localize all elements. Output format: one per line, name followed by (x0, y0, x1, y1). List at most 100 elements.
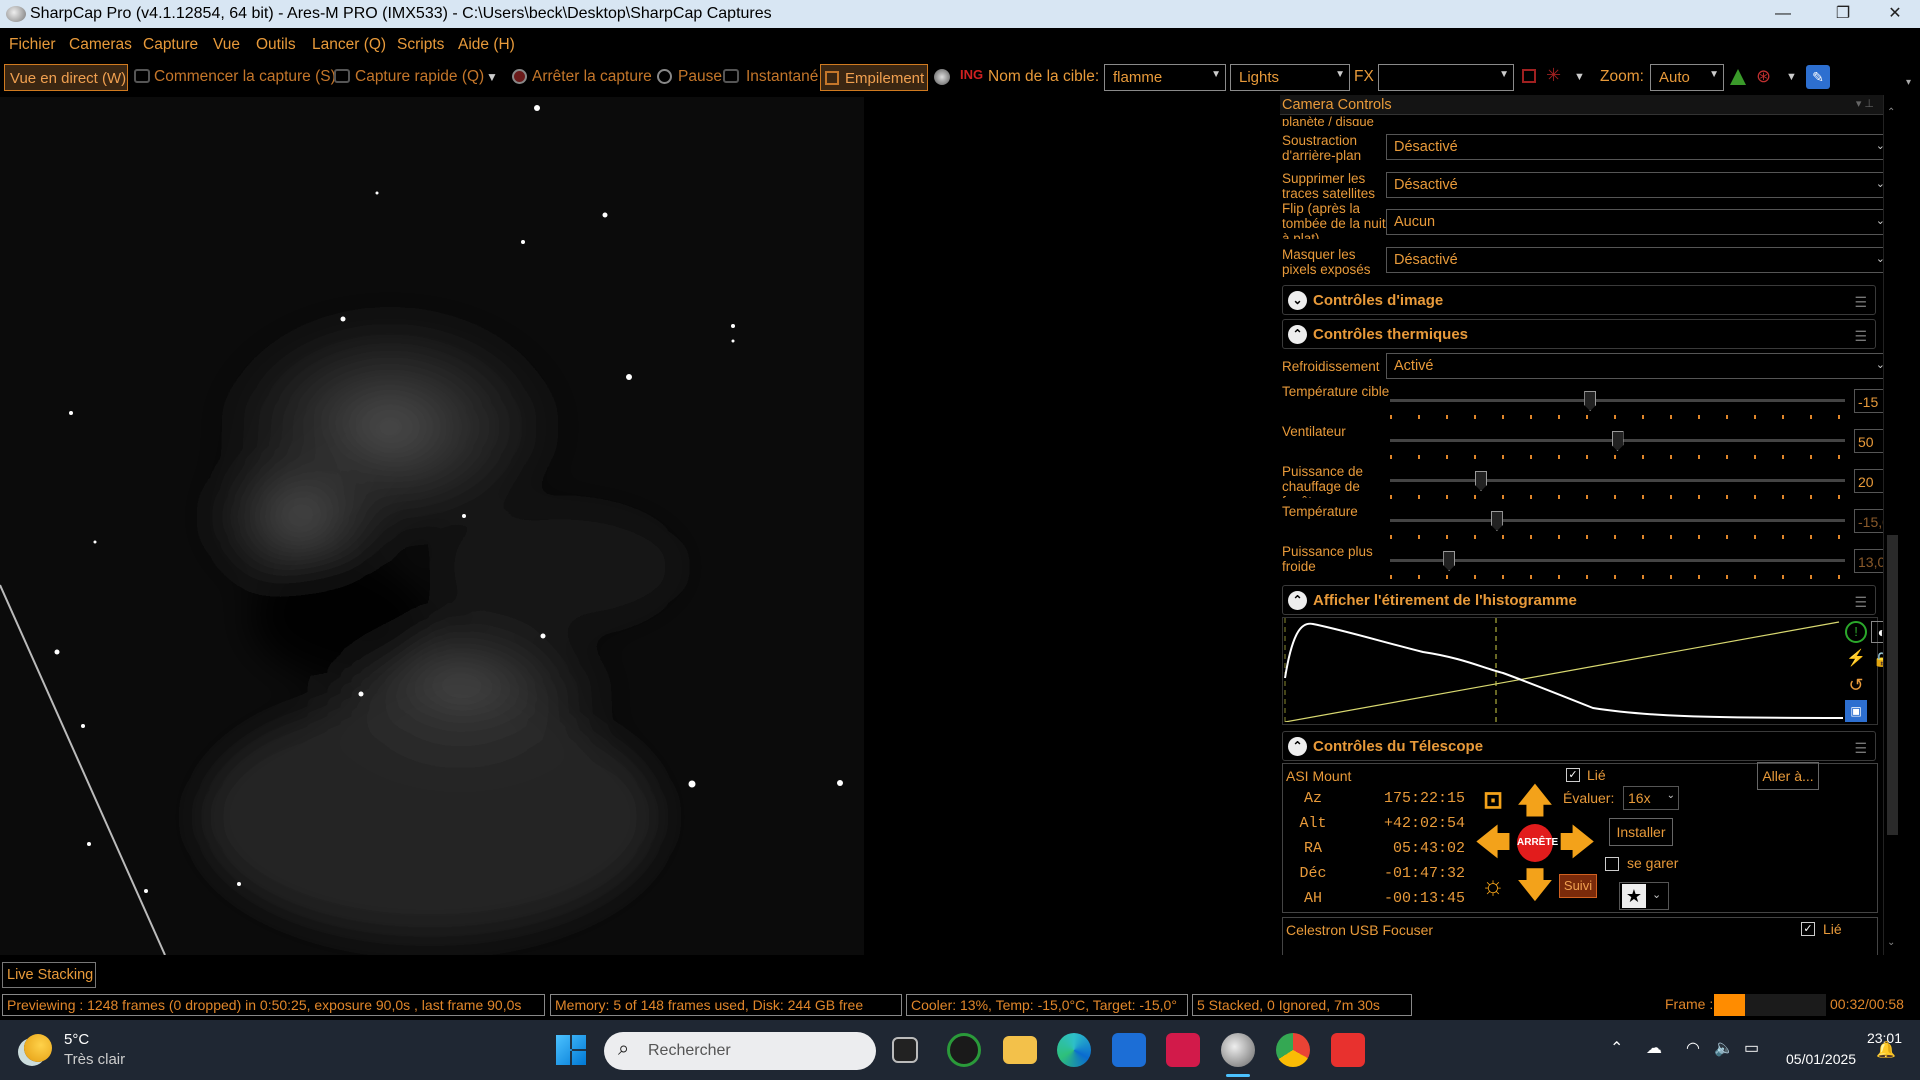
live-view-image[interactable] (0, 97, 864, 955)
annotation-icon[interactable] (1522, 69, 1536, 83)
anydesk-icon[interactable] (1331, 1033, 1365, 1067)
menu-fichier[interactable]: Fichier (9, 36, 56, 54)
install-button[interactable]: Installer (1609, 818, 1673, 846)
restore-button[interactable]: ❐ (1820, 0, 1866, 28)
edge-icon[interactable] (1057, 1033, 1091, 1067)
stop-button[interactable]: ARRÊTE (1517, 824, 1558, 862)
zoom-select[interactable]: Auto ▼ (1650, 64, 1724, 91)
park-checkbox[interactable] (1605, 857, 1619, 871)
menu-aide[interactable]: Aide (H) (458, 36, 515, 54)
star-select[interactable]: ★ ⌄ (1619, 882, 1669, 910)
focuser-linked-checkbox[interactable]: ✓ (1801, 922, 1815, 936)
histogram-icon[interactable]: ING (960, 67, 983, 82)
linked-checkbox[interactable]: ✓ (1566, 768, 1580, 782)
menu-lancer[interactable]: Lancer (Q) (312, 36, 386, 54)
slider-thumb[interactable] (1443, 551, 1456, 571)
slider-thumb[interactable] (1490, 511, 1503, 531)
cooling-select[interactable]: Activé ⌄ (1386, 353, 1894, 379)
sun-icon[interactable]: ☼ (1475, 866, 1511, 904)
scroll-down-icon[interactable]: ⌄ (1887, 937, 1895, 948)
flip-select[interactable]: Aucun ⌄ (1386, 209, 1894, 235)
chrome-icon[interactable] (1276, 1033, 1310, 1067)
slider-thumb[interactable] (1611, 431, 1624, 451)
lightning-icon[interactable]: ⚡ (1845, 648, 1867, 670)
menu-vue[interactable]: Vue (213, 36, 240, 54)
quick-capture-button[interactable]: Capture rapide (Q) (355, 68, 484, 86)
slider-track[interactable] (1390, 399, 1845, 402)
background-subtraction-select[interactable]: Désactivé ⌄ (1386, 134, 1894, 160)
taskbar-search[interactable]: ⌕ Rechercher (604, 1032, 876, 1070)
menu-outils[interactable]: Outils (256, 36, 296, 54)
fx-select[interactable]: ▼ (1378, 64, 1514, 91)
target-name-select[interactable]: flamme ▼ (1104, 64, 1226, 91)
task-view-icon[interactable] (892, 1037, 918, 1063)
thermal-controls-header[interactable]: ⌃ Contrôles thermiques ☰ (1282, 319, 1876, 349)
sharpcap-taskbar-icon[interactable] (1221, 1033, 1255, 1067)
wifi-icon[interactable]: ◠ (1686, 1038, 1700, 1058)
mask-pixels-select[interactable]: Désactivé ⌄ (1386, 247, 1894, 273)
focus-icon[interactable]: ⊛ (1756, 66, 1771, 87)
west-arrow-button[interactable]: 🡄 (1475, 824, 1511, 862)
chevron-down-icon[interactable]: ▼ (1574, 71, 1585, 83)
goto-button[interactable]: Aller à... (1757, 762, 1819, 790)
menu-scripts[interactable]: Scripts (397, 36, 444, 54)
auto-stretch-icon[interactable]: ! (1845, 621, 1867, 643)
slider-track[interactable] (1390, 479, 1845, 482)
weather-desc[interactable]: Très clair (64, 1051, 125, 1068)
histogram-header[interactable]: ⌃ Afficher l'étirement de l'histogramme … (1282, 585, 1876, 615)
chevron-down-icon[interactable]: ▼ (1786, 71, 1797, 83)
weather-moon-icon[interactable] (24, 1034, 52, 1062)
brush-icon[interactable]: ✎ (1806, 65, 1830, 89)
east-arrow-button[interactable]: 🡆 (1559, 824, 1595, 862)
reset-icon[interactable]: ↺ (1845, 674, 1867, 696)
menu-icon[interactable]: ☰ (1854, 328, 1867, 345)
clock-date[interactable]: 05/01/2025 (1786, 1051, 1856, 1067)
notification-bell-icon[interactable]: 🔔 (1876, 1040, 1896, 1060)
satellite-trails-select[interactable]: Désactivé ⌄ (1386, 172, 1894, 198)
pin-icon[interactable]: ▾ ⊥ (1856, 97, 1874, 110)
slider-thumb[interactable] (1475, 471, 1487, 491)
mountain-icon[interactable] (1730, 69, 1746, 85)
panel-scrollbar[interactable]: ⌃ ⌄ (1883, 95, 1900, 955)
snapshot-button[interactable]: Instantané (746, 68, 818, 86)
scrollbar-thumb[interactable] (1887, 535, 1898, 835)
histogram-area[interactable]: ! ◐ ⚡ 🔒 ↺ ▣ (1282, 617, 1893, 725)
menu-icon[interactable]: ☰ (1854, 294, 1867, 311)
south-arrow-button[interactable]: 🡇 (1517, 866, 1553, 904)
minimize-button[interactable]: — (1760, 0, 1806, 28)
reticle-icon[interactable] (934, 69, 950, 85)
image-controls-header[interactable]: ⌄ Contrôles d'image ☰ (1282, 285, 1876, 315)
menu-cameras[interactable]: Cameras (69, 36, 132, 54)
chevron-up-icon[interactable]: ⌃ (1610, 1038, 1623, 1058)
frame-type-select[interactable]: Lights ▼ (1230, 64, 1350, 91)
slider-track[interactable] (1390, 519, 1845, 522)
slider-thumb[interactable] (1584, 391, 1597, 411)
sync-icon[interactable]: ⊡ (1475, 782, 1511, 820)
telescope-controls-header[interactable]: ⌃ Contrôles du Télescope ☰ (1282, 731, 1876, 761)
onedrive-icon[interactable]: ☁ (1646, 1038, 1662, 1058)
photo-app-icon[interactable] (1166, 1033, 1200, 1067)
chevron-down-icon[interactable]: ▾ (1906, 77, 1911, 88)
store-icon[interactable] (1112, 1033, 1146, 1067)
camera-app-icon[interactable] (947, 1033, 981, 1067)
north-arrow-button[interactable]: 🡅 (1517, 782, 1553, 820)
menu-icon[interactable]: ☰ (1854, 740, 1867, 757)
stop-capture-button[interactable]: Arrêter la capture (532, 68, 652, 86)
close-button[interactable]: ✕ (1872, 0, 1918, 28)
menu-capture[interactable]: Capture (143, 36, 198, 54)
windows-start-icon[interactable] (556, 1035, 586, 1065)
chevron-down-icon[interactable]: ▼ (486, 70, 498, 84)
weather-temp[interactable]: 5°C (64, 1031, 89, 1048)
slider-track[interactable] (1390, 559, 1845, 562)
volume-icon[interactable]: 🔈 (1714, 1038, 1734, 1058)
live-stacking-tab[interactable]: Live Stacking (2, 962, 96, 988)
start-capture-button[interactable]: Commencer la capture (S) (154, 68, 336, 86)
scroll-up-icon[interactable]: ⌃ (1887, 107, 1895, 118)
pause-button[interactable]: Pause (678, 68, 722, 86)
menu-icon[interactable]: ☰ (1854, 594, 1867, 611)
live-view-button[interactable]: Vue en direct (W) (4, 64, 128, 91)
crosshair-icon[interactable]: ✳ (1546, 65, 1561, 86)
battery-icon[interactable]: ▭ (1744, 1038, 1759, 1058)
stacking-button[interactable]: Empilement (820, 64, 928, 91)
file-explorer-icon[interactable] (1003, 1036, 1037, 1064)
